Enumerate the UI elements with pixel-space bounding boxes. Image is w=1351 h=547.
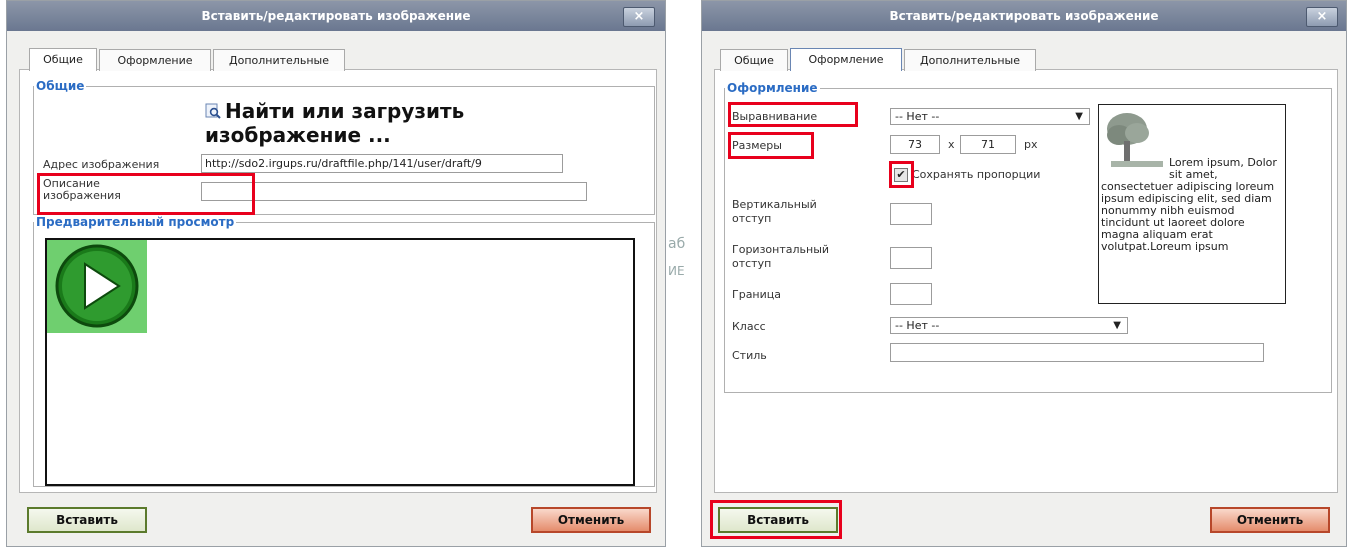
alignment-preview: Lorem ipsum, Dolor sit amet, consectetue… [1098, 104, 1286, 304]
dialog-title: Вставить/редактировать изображение [7, 1, 665, 31]
tree-icon [1103, 109, 1163, 171]
times-label: x [948, 138, 955, 151]
vspace-label-line2: отступ [732, 212, 772, 225]
general-legend: Общие [36, 79, 85, 93]
hspace-label-line1: Горизонтальный [732, 243, 830, 256]
play-icon [55, 244, 139, 328]
align-select[interactable]: -- Нет -- ▼ [890, 108, 1090, 125]
tab-appearance[interactable]: Оформление [99, 49, 211, 71]
keep-ratio-checkbox[interactable]: ✔ [894, 168, 908, 182]
align-select-value: -- Нет -- [895, 110, 940, 123]
find-upload-link[interactable]: Найти или загрузить изображение ... [201, 97, 485, 147]
background-text: ИЕ [668, 264, 685, 278]
close-button[interactable]: × [623, 7, 655, 27]
close-button[interactable]: × [1306, 7, 1338, 27]
appearance-legend: Оформление [727, 81, 818, 95]
cancel-button[interactable]: Отменить [1210, 507, 1330, 533]
style-label: Стиль [732, 349, 767, 362]
hspace-label-line2: отступ [732, 257, 772, 270]
search-icon [205, 103, 221, 119]
image-description-input[interactable] [201, 182, 587, 201]
preview-image [47, 240, 147, 333]
class-label: Класс [732, 320, 766, 333]
image-url-label: Адрес изображения [43, 158, 160, 171]
dialog-title: Вставить/редактировать изображение [702, 1, 1346, 31]
tab-general[interactable]: Общие [29, 48, 97, 71]
image-dialog-general: Вставить/редактировать изображение × Общ… [6, 0, 666, 547]
vspace-label-line1: Вертикальный [732, 198, 817, 211]
insert-button[interactable]: Вставить [718, 507, 838, 533]
chevron-down-icon: ▼ [1075, 111, 1083, 122]
background-text: аб [668, 236, 686, 252]
border-label: Граница [732, 288, 782, 301]
cancel-button[interactable]: Отменить [531, 507, 651, 533]
class-select[interactable]: -- Нет -- ▼ [890, 317, 1128, 334]
tab-general[interactable]: Общие [720, 49, 788, 71]
border-input[interactable] [890, 283, 932, 305]
width-input[interactable]: 73 [890, 135, 940, 154]
height-input[interactable]: 71 [960, 135, 1016, 154]
tab-advanced[interactable]: Дополнительные [904, 49, 1036, 71]
description-label-line2: изображения [43, 189, 121, 202]
tab-appearance[interactable]: Оформление [790, 48, 902, 71]
image-url-input[interactable]: http://sdo2.irgups.ru/draftfile.php/141/… [201, 154, 563, 173]
unit-label: px [1024, 138, 1038, 151]
chevron-down-icon: ▼ [1113, 320, 1121, 331]
checkmark-icon: ✔ [896, 168, 906, 181]
align-label: Выравнивание [732, 110, 818, 123]
keep-ratio-label: Сохранять пропорции [912, 168, 1041, 181]
size-label: Размеры [732, 139, 782, 152]
hspace-input[interactable] [890, 247, 932, 269]
vspace-input[interactable] [890, 203, 932, 225]
find-upload-line1: Найти или загрузить [225, 99, 465, 123]
tab-advanced[interactable]: Дополнительные [213, 49, 345, 71]
find-upload-line2: изображение ... [205, 123, 391, 147]
image-dialog-appearance: Вставить/редактировать изображение × Общ… [701, 0, 1347, 547]
insert-button[interactable]: Вставить [27, 507, 147, 533]
preview-legend: Предварительный просмотр [36, 215, 235, 229]
class-select-value: -- Нет -- [895, 319, 940, 332]
preview-area [45, 238, 635, 486]
style-input[interactable] [890, 343, 1264, 362]
